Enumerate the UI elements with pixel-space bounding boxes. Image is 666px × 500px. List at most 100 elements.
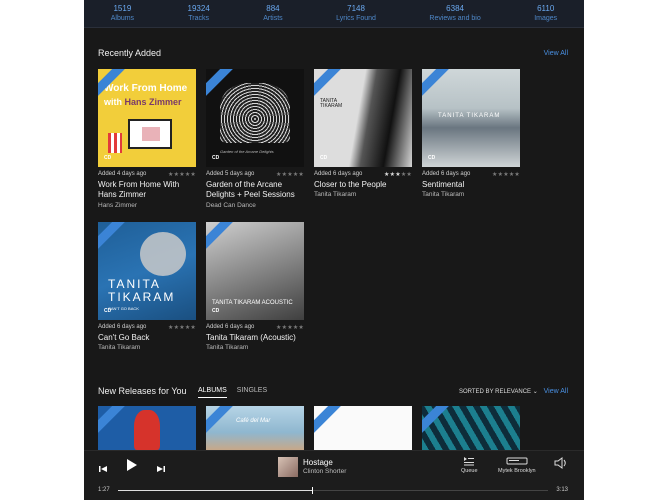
- stat-lyrics[interactable]: 7148 Lyrics Found: [336, 4, 376, 22]
- queue-icon: [464, 457, 475, 466]
- album-card[interactable]: TANITA TIKARAM ACOUSTIC CD Added 6 days …: [206, 222, 304, 351]
- star-rating[interactable]: ★★★★★: [276, 324, 304, 331]
- album-card[interactable]: TANITA TIKARAM CD Added 6 days ago ★★★★★ …: [314, 69, 412, 198]
- output-device-button[interactable]: Mytek Brooklyn: [498, 456, 536, 474]
- quality-badge-icon: [98, 222, 129, 253]
- album-title[interactable]: Tanita Tikaram (Acoustic): [206, 333, 304, 343]
- stat-tracks[interactable]: 19324 Tracks: [188, 4, 210, 22]
- cover-text: TANITA TIKARAM: [320, 98, 343, 109]
- stat-albums[interactable]: 1519 Albums: [111, 4, 134, 22]
- seek-bar[interactable]: [118, 487, 548, 494]
- added-date: Added 4 days ago: [98, 171, 147, 177]
- album-cover[interactable]: TANITA TIKARAM CD: [422, 69, 520, 167]
- album-artist[interactable]: Tanita Tikaram: [422, 191, 520, 198]
- tab-singles[interactable]: SINGLES: [237, 387, 267, 398]
- release-cover[interactable]: [98, 406, 196, 450]
- playback-bar: Hostage Clinton Shorter Queue Mytek Broo…: [84, 450, 584, 500]
- added-date: Added 6 days ago: [314, 171, 363, 177]
- play-icon[interactable]: [124, 458, 138, 477]
- album-cover[interactable]: Work From Home with Hans Zimmer CD: [98, 69, 196, 167]
- album-artist[interactable]: Dead Can Dance: [206, 202, 304, 209]
- star-icon[interactable]: ★: [190, 172, 196, 178]
- album-cover[interactable]: TANITA TIKARAM CAN'T GO BACK CD: [98, 222, 196, 320]
- album-artist[interactable]: Tanita Tikaram: [314, 191, 412, 198]
- star-icon[interactable]: ★: [514, 172, 520, 178]
- cd-format-icon: CD: [104, 155, 112, 161]
- chevron-down-icon: ⌄: [532, 389, 538, 395]
- tab-albums[interactable]: ALBUMS: [198, 387, 227, 398]
- added-date: Added 6 days ago: [206, 324, 255, 330]
- sort-dropdown[interactable]: SORTED BY RELEVANCE ⌄: [459, 388, 538, 395]
- new-releases-title: New Releases for You: [98, 386, 187, 396]
- cover-illustration: [140, 232, 186, 276]
- star-icon[interactable]: ★: [298, 172, 304, 178]
- stat-reviews[interactable]: 6384 Reviews and bio: [429, 4, 480, 22]
- now-playing-title[interactable]: Hostage: [303, 458, 333, 467]
- quality-badge-icon: [422, 406, 453, 437]
- quality-badge-icon: [98, 406, 129, 437]
- star-rating[interactable]: ★★★★★: [168, 324, 196, 331]
- cover-text: with Hans Zimmer: [104, 97, 182, 107]
- album-cover[interactable]: TANITA TIKARAM ACOUSTIC CD: [206, 222, 304, 320]
- star-rating[interactable]: ★★★★★: [384, 171, 412, 178]
- quality-badge-icon: [314, 406, 345, 437]
- skip-back-icon[interactable]: [98, 461, 108, 479]
- stat-artists[interactable]: 884 Artists: [263, 4, 282, 22]
- quality-badge-icon: [206, 222, 237, 253]
- recently-added-view-all-link[interactable]: View All: [544, 50, 568, 57]
- album-card[interactable]: TANITA TIKARAM CAN'T GO BACK CD Added 6 …: [98, 222, 196, 351]
- library-stats-bar: 1519 Albums 19324 Tracks 884 Artists 7148 Ly…: [84, 0, 584, 28]
- album-title[interactable]: Work From Home With Hans Zimmer: [98, 180, 196, 201]
- now-playing-artist[interactable]: Clinton Shorter: [303, 468, 346, 475]
- stat-images[interactable]: 6110 Images: [534, 4, 557, 22]
- cover-illustration: [128, 119, 172, 149]
- quality-badge-icon: [206, 406, 237, 437]
- album-title[interactable]: Can't Go Back: [98, 333, 196, 343]
- device-icon: [506, 457, 528, 465]
- skip-forward-icon[interactable]: [156, 461, 166, 479]
- new-releases-view-all-link[interactable]: View All: [544, 388, 568, 395]
- added-date: Added 5 days ago: [206, 171, 255, 177]
- album-artist[interactable]: Hans Zimmer: [98, 202, 196, 209]
- album-card[interactable]: Work From Home with Hans Zimmer CD Added…: [98, 69, 196, 209]
- app-window: 1519 Albums 19324 Tracks 884 Artists 7148 Ly…: [84, 0, 584, 500]
- album-artist[interactable]: Tanita Tikaram: [98, 344, 196, 351]
- added-date: Added 6 days ago: [422, 171, 471, 177]
- album-cover[interactable]: TANITA TIKARAM CD: [314, 69, 412, 167]
- star-icon[interactable]: ★: [298, 325, 304, 331]
- star-rating[interactable]: ★★★★★: [276, 171, 304, 178]
- album-card[interactable]: TANITA TIKARAM CD Added 6 days ago ★★★★★ …: [422, 69, 520, 198]
- seek-progress: [118, 490, 312, 491]
- cover-text: TANITA TIKARAM ACOUSTIC: [212, 300, 293, 306]
- release-tabs: ALBUMS SINGLES: [198, 387, 267, 398]
- cover-text: Work From Home: [104, 83, 188, 94]
- album-title[interactable]: Closer to the People: [314, 180, 412, 190]
- seek-handle[interactable]: [311, 487, 313, 494]
- album-title[interactable]: Garden of the Arcane Delights + Peel Ses…: [206, 180, 304, 201]
- cd-format-icon: CD: [428, 155, 436, 161]
- quality-badge-icon: [422, 69, 453, 100]
- album-cover[interactable]: Garden of the Arcane Delights CD: [206, 69, 304, 167]
- cd-format-icon: CD: [320, 155, 328, 161]
- release-cover[interactable]: Café del Mar: [206, 406, 304, 450]
- queue-button[interactable]: Queue: [461, 456, 478, 474]
- now-playing-artwork[interactable]: [278, 457, 298, 477]
- star-rating[interactable]: ★★★★★: [168, 171, 196, 178]
- cover-text: Café del Mar: [236, 418, 271, 424]
- cover-illustration: [108, 133, 122, 153]
- cd-format-icon: CD: [212, 155, 220, 161]
- quality-badge-icon: [314, 69, 345, 100]
- album-title[interactable]: Sentimental: [422, 180, 520, 190]
- star-icon[interactable]: ★: [190, 325, 196, 331]
- cover-text: CAN'T GO BACK: [108, 306, 139, 311]
- star-rating[interactable]: ★★★★★: [492, 171, 520, 178]
- cover-text: TANITA TIKARAM: [108, 277, 176, 304]
- star-icon[interactable]: ★: [406, 172, 412, 178]
- release-cover[interactable]: [422, 406, 520, 450]
- recently-added-title: Recently Added: [98, 48, 162, 58]
- album-artist[interactable]: Tanita Tikaram: [206, 344, 304, 351]
- volume-icon[interactable]: [554, 456, 568, 474]
- release-cover[interactable]: [314, 406, 412, 450]
- album-card[interactable]: Garden of the Arcane Delights CD Added 5…: [206, 69, 304, 209]
- cd-format-icon: CD: [104, 308, 112, 314]
